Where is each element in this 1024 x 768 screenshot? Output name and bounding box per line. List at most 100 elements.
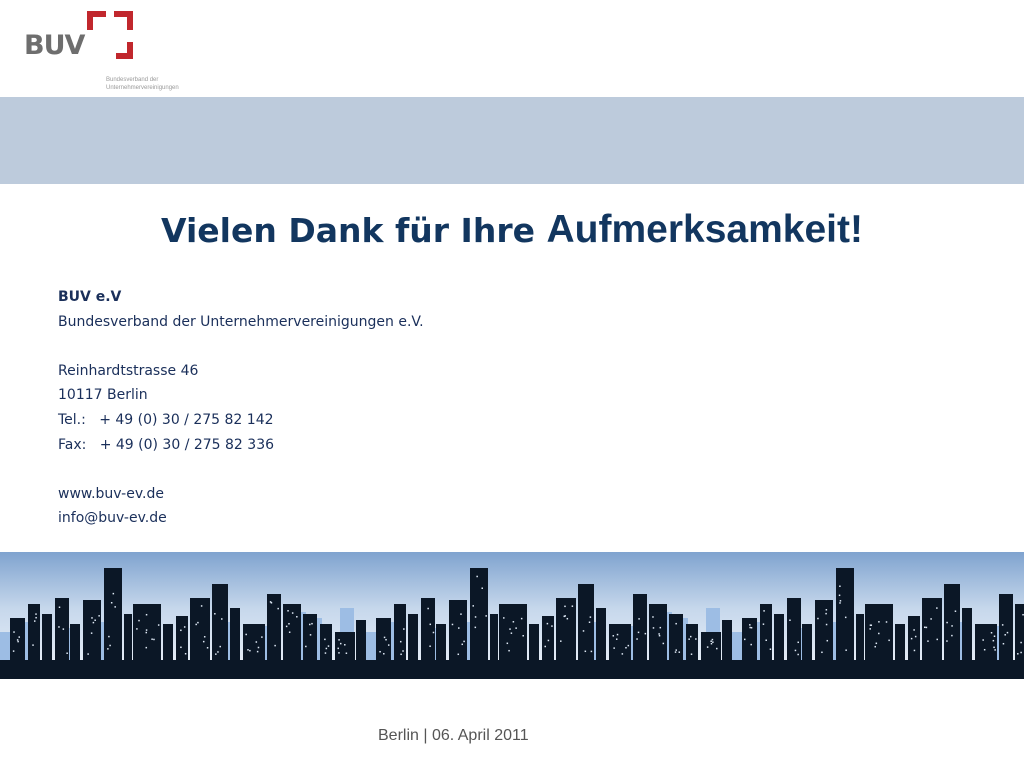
skyline-window bbox=[474, 616, 477, 618]
skyline-window bbox=[108, 635, 110, 638]
skyline-window bbox=[520, 617, 523, 620]
skyline-window bbox=[94, 619, 96, 621]
skyline-window bbox=[379, 650, 381, 653]
skyline-window bbox=[112, 592, 115, 595]
skyline-window bbox=[885, 621, 888, 623]
skyline-window bbox=[463, 640, 465, 643]
skyline-window bbox=[589, 616, 592, 618]
skyline-window bbox=[515, 627, 517, 629]
website-link[interactable]: www.buv-ev.de bbox=[58, 482, 424, 507]
skyline-dark-building bbox=[212, 584, 228, 662]
skyline-window bbox=[869, 628, 871, 630]
skyline-window bbox=[546, 622, 549, 625]
skyline-window bbox=[544, 645, 546, 648]
skyline-window bbox=[138, 619, 140, 622]
skyline-window bbox=[869, 624, 872, 626]
skyline-window bbox=[157, 624, 160, 626]
logo-wordmark: BUV bbox=[24, 30, 85, 61]
skyline-window bbox=[35, 613, 37, 615]
telephone-number: Tel.: + 49 (0) 30 / 275 82 142 bbox=[58, 411, 274, 428]
skyline-window bbox=[474, 626, 477, 629]
skyline-window bbox=[522, 635, 524, 637]
skyline-window bbox=[658, 634, 661, 637]
skyline-window bbox=[571, 605, 574, 607]
skyline-window bbox=[712, 641, 714, 643]
skyline-window bbox=[98, 615, 100, 617]
skyline-window bbox=[432, 631, 435, 634]
skyline-window bbox=[826, 639, 829, 642]
skyline-window bbox=[946, 640, 948, 642]
skyline-window bbox=[817, 617, 819, 620]
skyline-window bbox=[472, 605, 474, 607]
slide-title: Vielen Dank für Ihre Aufmerksamkeit! bbox=[0, 208, 1024, 252]
skyline-window bbox=[1004, 634, 1006, 636]
skyline-window bbox=[838, 594, 841, 597]
skyline-window bbox=[936, 638, 938, 641]
skyline-window bbox=[476, 575, 478, 578]
skyline-dark-building bbox=[267, 594, 281, 662]
skyline-window bbox=[214, 613, 216, 615]
contact-block: BUV e.V Bundesverband der Unternehmerver… bbox=[58, 285, 424, 531]
skyline-window bbox=[90, 632, 93, 634]
skyline-window bbox=[291, 612, 294, 614]
skyline-window bbox=[202, 640, 205, 643]
skyline-window bbox=[821, 651, 823, 654]
skyline-window bbox=[615, 638, 618, 640]
skyline-window bbox=[874, 645, 876, 648]
skyline-window bbox=[400, 653, 402, 656]
skyline-dark-building bbox=[436, 624, 446, 662]
skyline-window bbox=[309, 623, 311, 626]
skyline-window bbox=[110, 602, 113, 604]
skyline-window bbox=[277, 607, 279, 610]
skyline-window bbox=[217, 651, 219, 653]
skyline-window bbox=[58, 606, 61, 609]
skyline-dark-building bbox=[556, 598, 576, 662]
skyline-window bbox=[762, 623, 765, 625]
header-band bbox=[0, 97, 1024, 184]
skyline-dark-building bbox=[722, 620, 732, 662]
skyline-window bbox=[385, 638, 387, 641]
skyline-window bbox=[508, 649, 510, 652]
email-link[interactable]: info@buv-ev.de bbox=[58, 506, 424, 531]
skyline-window bbox=[638, 618, 640, 620]
skyline-window bbox=[1017, 653, 1019, 655]
skyline-window bbox=[109, 644, 111, 647]
skyline-dark-building bbox=[243, 624, 265, 662]
skyline-window bbox=[675, 649, 677, 651]
skyline-window bbox=[288, 631, 291, 633]
skyline-dark-building bbox=[815, 600, 833, 662]
skyline-window bbox=[560, 640, 562, 642]
skyline-window bbox=[324, 638, 326, 641]
skyline-window bbox=[662, 642, 665, 645]
skyline-window bbox=[339, 642, 342, 645]
skyline-dark-building bbox=[895, 624, 905, 662]
skyline-ground bbox=[0, 660, 1024, 679]
buv-logo: BUV Bundesverband der Unternehmervereini… bbox=[24, 10, 194, 94]
skyline-dark-building bbox=[470, 568, 488, 662]
skyline-dark-building bbox=[701, 632, 721, 662]
skyline-window bbox=[91, 617, 93, 619]
skyline-window bbox=[203, 636, 206, 638]
skyline-window bbox=[951, 625, 953, 627]
skyline-dark-building bbox=[787, 598, 801, 662]
skyline-dark-building bbox=[190, 598, 210, 662]
skyline-window bbox=[145, 646, 148, 649]
skyline-window bbox=[427, 607, 429, 610]
skyline-window bbox=[951, 634, 953, 637]
skyline-dark-building bbox=[408, 614, 418, 662]
skyline-window bbox=[13, 631, 15, 633]
skyline-window bbox=[403, 628, 405, 630]
skyline-dark-building bbox=[303, 614, 317, 662]
skyline-window bbox=[750, 643, 752, 646]
fax-number: Fax: + 49 (0) 30 / 275 82 336 bbox=[58, 436, 275, 453]
skyline-window bbox=[66, 652, 68, 654]
skyline-window bbox=[309, 634, 312, 636]
skyline-dark-building bbox=[104, 568, 122, 662]
skyline-window bbox=[797, 653, 799, 656]
skyline-dark-building bbox=[356, 620, 366, 662]
skyline-window bbox=[706, 646, 709, 648]
skyline-window bbox=[62, 628, 65, 630]
skyline-window bbox=[460, 613, 462, 615]
skyline-window bbox=[994, 649, 996, 651]
